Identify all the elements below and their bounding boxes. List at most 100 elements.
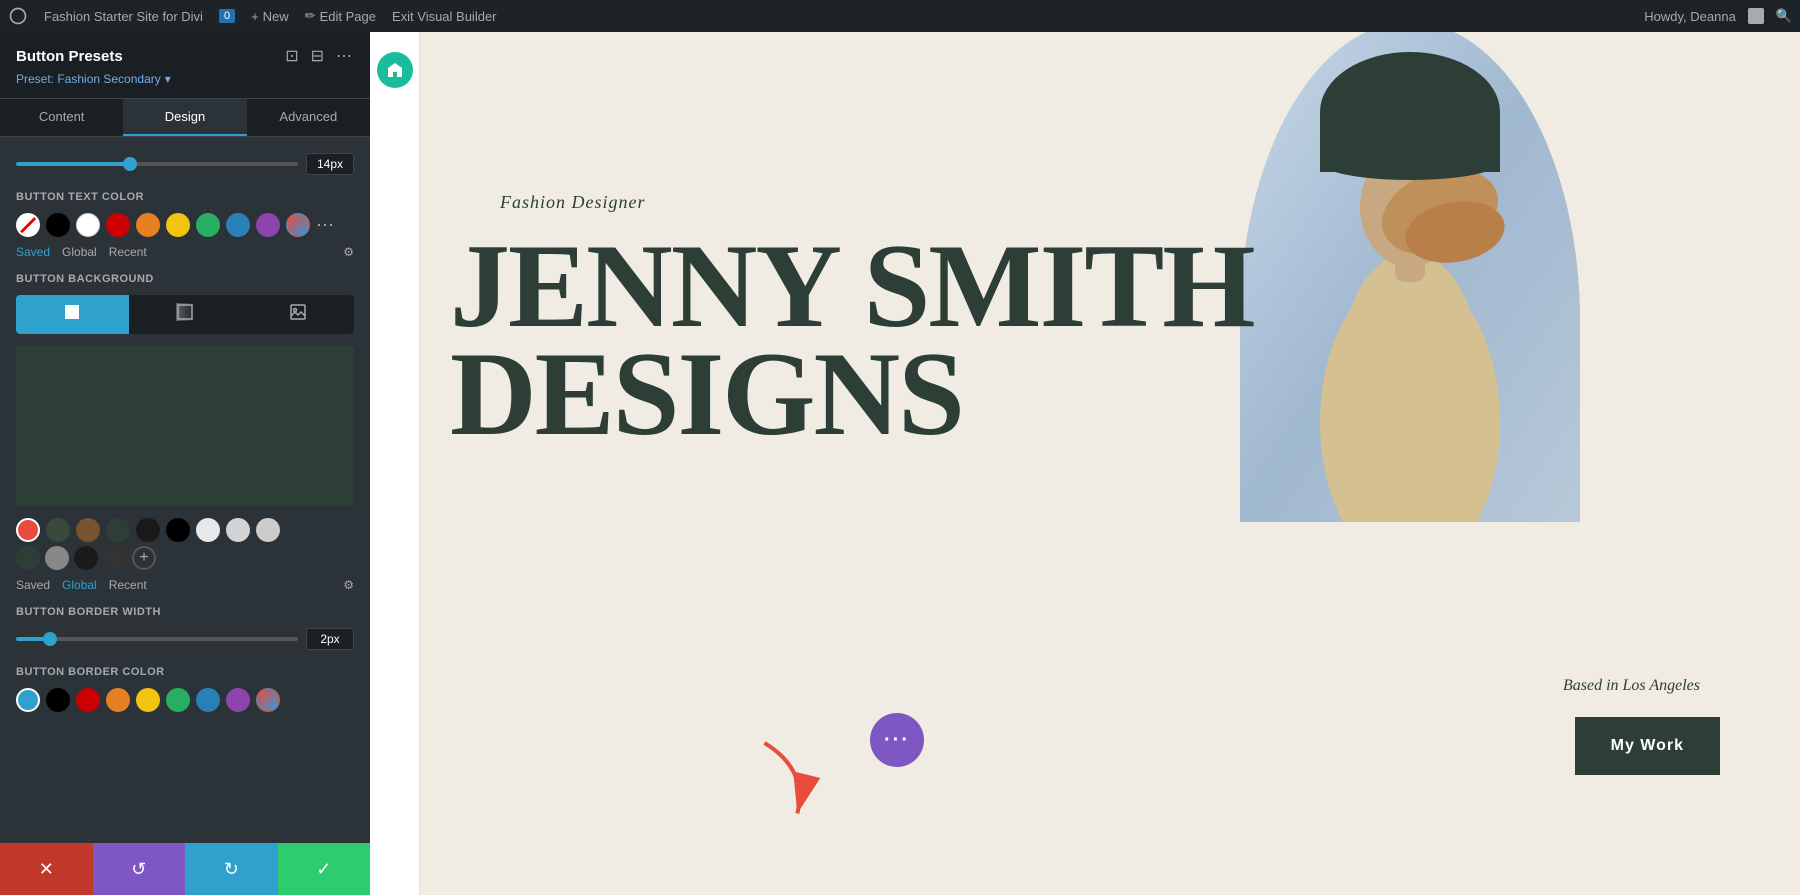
tab-design[interactable]: Design: [123, 99, 246, 136]
bottom-action-bar: ✕ ↺ ↻ ✓: [0, 843, 370, 895]
bg-color-swatches-row1: [16, 518, 354, 542]
admin-bar-left: Fashion Starter Site for Divi 0 + New ✏ …: [8, 6, 1628, 26]
bg-swatch2-2[interactable]: [45, 546, 69, 570]
tab-content[interactable]: Content: [0, 99, 123, 136]
recent-tab-text-color[interactable]: Recent: [109, 245, 147, 259]
color-swatch-blue[interactable]: [226, 213, 250, 237]
global-tab-text-color[interactable]: Global: [62, 245, 97, 259]
more-swatches-dots[interactable]: ⋯: [316, 215, 334, 236]
bg-saved-row: Saved Global Recent ⚙: [16, 578, 354, 592]
admin-bar: Fashion Starter Site for Divi 0 + New ✏ …: [0, 0, 1800, 32]
settings-icon-text-color[interactable]: ⚙: [343, 245, 354, 259]
color-preview-box[interactable]: [16, 346, 354, 506]
my-work-button[interactable]: My Work: [1575, 717, 1720, 775]
bg-swatch-7[interactable]: [226, 518, 250, 542]
border-swatch-red[interactable]: [76, 688, 100, 712]
preset-text: Preset: Fashion Secondary: [16, 72, 161, 86]
wordpress-logo[interactable]: [8, 6, 28, 26]
search-icon[interactable]: 🔍: [1776, 8, 1792, 24]
sidebar-content: 14px Button Text Color ⋯ Saved Global Re…: [0, 137, 370, 843]
new-link[interactable]: + New: [251, 9, 289, 24]
bg-swatch-4[interactable]: [136, 518, 160, 542]
button-text-color-label: Button Text Color: [16, 191, 354, 203]
add-swatch-btn[interactable]: +: [132, 546, 156, 570]
bg-swatch-3[interactable]: [106, 518, 130, 542]
border-swatch-orange[interactable]: [106, 688, 130, 712]
hero-title: JENNY SMITH DESIGNS: [450, 232, 1800, 448]
saved-tab-text-color[interactable]: Saved: [16, 245, 50, 259]
font-size-slider[interactable]: [16, 162, 298, 166]
avatar[interactable]: [1748, 8, 1764, 24]
bg-swatch-5[interactable]: [166, 518, 190, 542]
bg-color-swatches-row2: +: [16, 546, 354, 570]
recent-tab-bg[interactable]: Recent: [109, 578, 147, 592]
font-size-value: 14px: [306, 153, 354, 175]
preset-selector[interactable]: Preset: Fashion Secondary ▾: [16, 72, 354, 86]
divi-left-toolbar: [370, 32, 420, 895]
comment-link[interactable]: 0: [219, 9, 235, 23]
hero-title-line2: DESIGNS: [450, 327, 963, 460]
color-swatch-transparent[interactable]: [16, 213, 40, 237]
bg-swatch2-4[interactable]: [103, 546, 127, 570]
settings-icon-bg[interactable]: ⚙: [343, 578, 354, 592]
redo-button[interactable]: ↻: [185, 843, 278, 895]
main-canvas: Fashion Designer JENNY SMITH DESIGNS Bas…: [370, 32, 1800, 895]
comment-count: 0: [219, 9, 235, 23]
border-swatch-green[interactable]: [166, 688, 190, 712]
color-swatch-white[interactable]: [76, 213, 100, 237]
color-swatch-green[interactable]: [196, 213, 220, 237]
border-color-indicator[interactable]: [16, 688, 40, 712]
border-swatch-blue[interactable]: [196, 688, 220, 712]
active-color-indicator[interactable]: [16, 518, 40, 542]
bg-image-btn[interactable]: [241, 295, 354, 334]
edit-page-link[interactable]: ✏ Edit Page: [305, 8, 376, 24]
button-border-width-label: Button Border Width: [16, 606, 354, 618]
hero-section: Fashion Designer JENNY SMITH DESIGNS Bas…: [420, 32, 1800, 895]
bg-swatch-2[interactable]: [76, 518, 100, 542]
exit-builder-link[interactable]: Exit Visual Builder: [392, 9, 497, 24]
sidebar-title-icons: ⊡ ⊟ ⋯: [283, 44, 354, 68]
hero-location: Based in Los Angeles: [1563, 677, 1700, 695]
more-icon-btn[interactable]: ⋯: [334, 44, 354, 68]
bg-swatch2-1[interactable]: [16, 546, 40, 570]
more-swatches: ⋯: [316, 215, 334, 236]
cancel-button[interactable]: ✕: [0, 843, 93, 895]
color-swatch-black[interactable]: [46, 213, 70, 237]
purple-dots-button[interactable]: ···: [870, 713, 924, 767]
focus-icon-btn[interactable]: ⊡: [283, 44, 300, 68]
dots-icon: ···: [884, 729, 910, 752]
columns-icon-btn[interactable]: ⊟: [309, 44, 326, 68]
color-swatch-purple[interactable]: [256, 213, 280, 237]
border-swatch-purple[interactable]: [226, 688, 250, 712]
save-button[interactable]: ✓: [278, 843, 371, 895]
font-size-slider-row: 14px: [16, 153, 354, 175]
bg-swatch-6[interactable]: [196, 518, 220, 542]
tab-advanced[interactable]: Advanced: [247, 99, 370, 136]
hero-subtitle: Fashion Designer: [500, 192, 646, 213]
divi-toolbar-icon[interactable]: [377, 52, 413, 88]
preset-chevron-icon: ▾: [165, 72, 171, 86]
color-swatch-red[interactable]: [106, 213, 130, 237]
border-swatch-custom[interactable]: [256, 688, 280, 712]
bg-swatch2-3[interactable]: [74, 546, 98, 570]
bg-fill-btn[interactable]: [16, 295, 129, 334]
color-swatch-custom[interactable]: [286, 213, 310, 237]
tabs-row: Content Design Advanced: [0, 99, 370, 137]
color-swatch-orange[interactable]: [136, 213, 160, 237]
color-swatch-yellow[interactable]: [166, 213, 190, 237]
saved-tab-bg[interactable]: Saved: [16, 578, 50, 592]
border-swatch-black[interactable]: [46, 688, 70, 712]
howdy-text: Howdy, Deanna: [1644, 9, 1736, 24]
text-color-swatches: ⋯: [16, 213, 354, 237]
bg-swatch-8[interactable]: [256, 518, 280, 542]
button-border-color-label: Button Border Color: [16, 666, 354, 678]
undo-button[interactable]: ↺: [93, 843, 186, 895]
bg-swatch-1[interactable]: [46, 518, 70, 542]
site-name[interactable]: Fashion Starter Site for Divi: [44, 9, 203, 24]
border-width-slider-row: 2px: [16, 628, 354, 650]
border-swatch-yellow[interactable]: [136, 688, 160, 712]
global-tab-bg[interactable]: Global: [62, 578, 97, 592]
panel-title: Button Presets: [16, 48, 123, 65]
bg-gradient-btn[interactable]: [129, 295, 242, 334]
border-width-slider[interactable]: [16, 637, 298, 641]
